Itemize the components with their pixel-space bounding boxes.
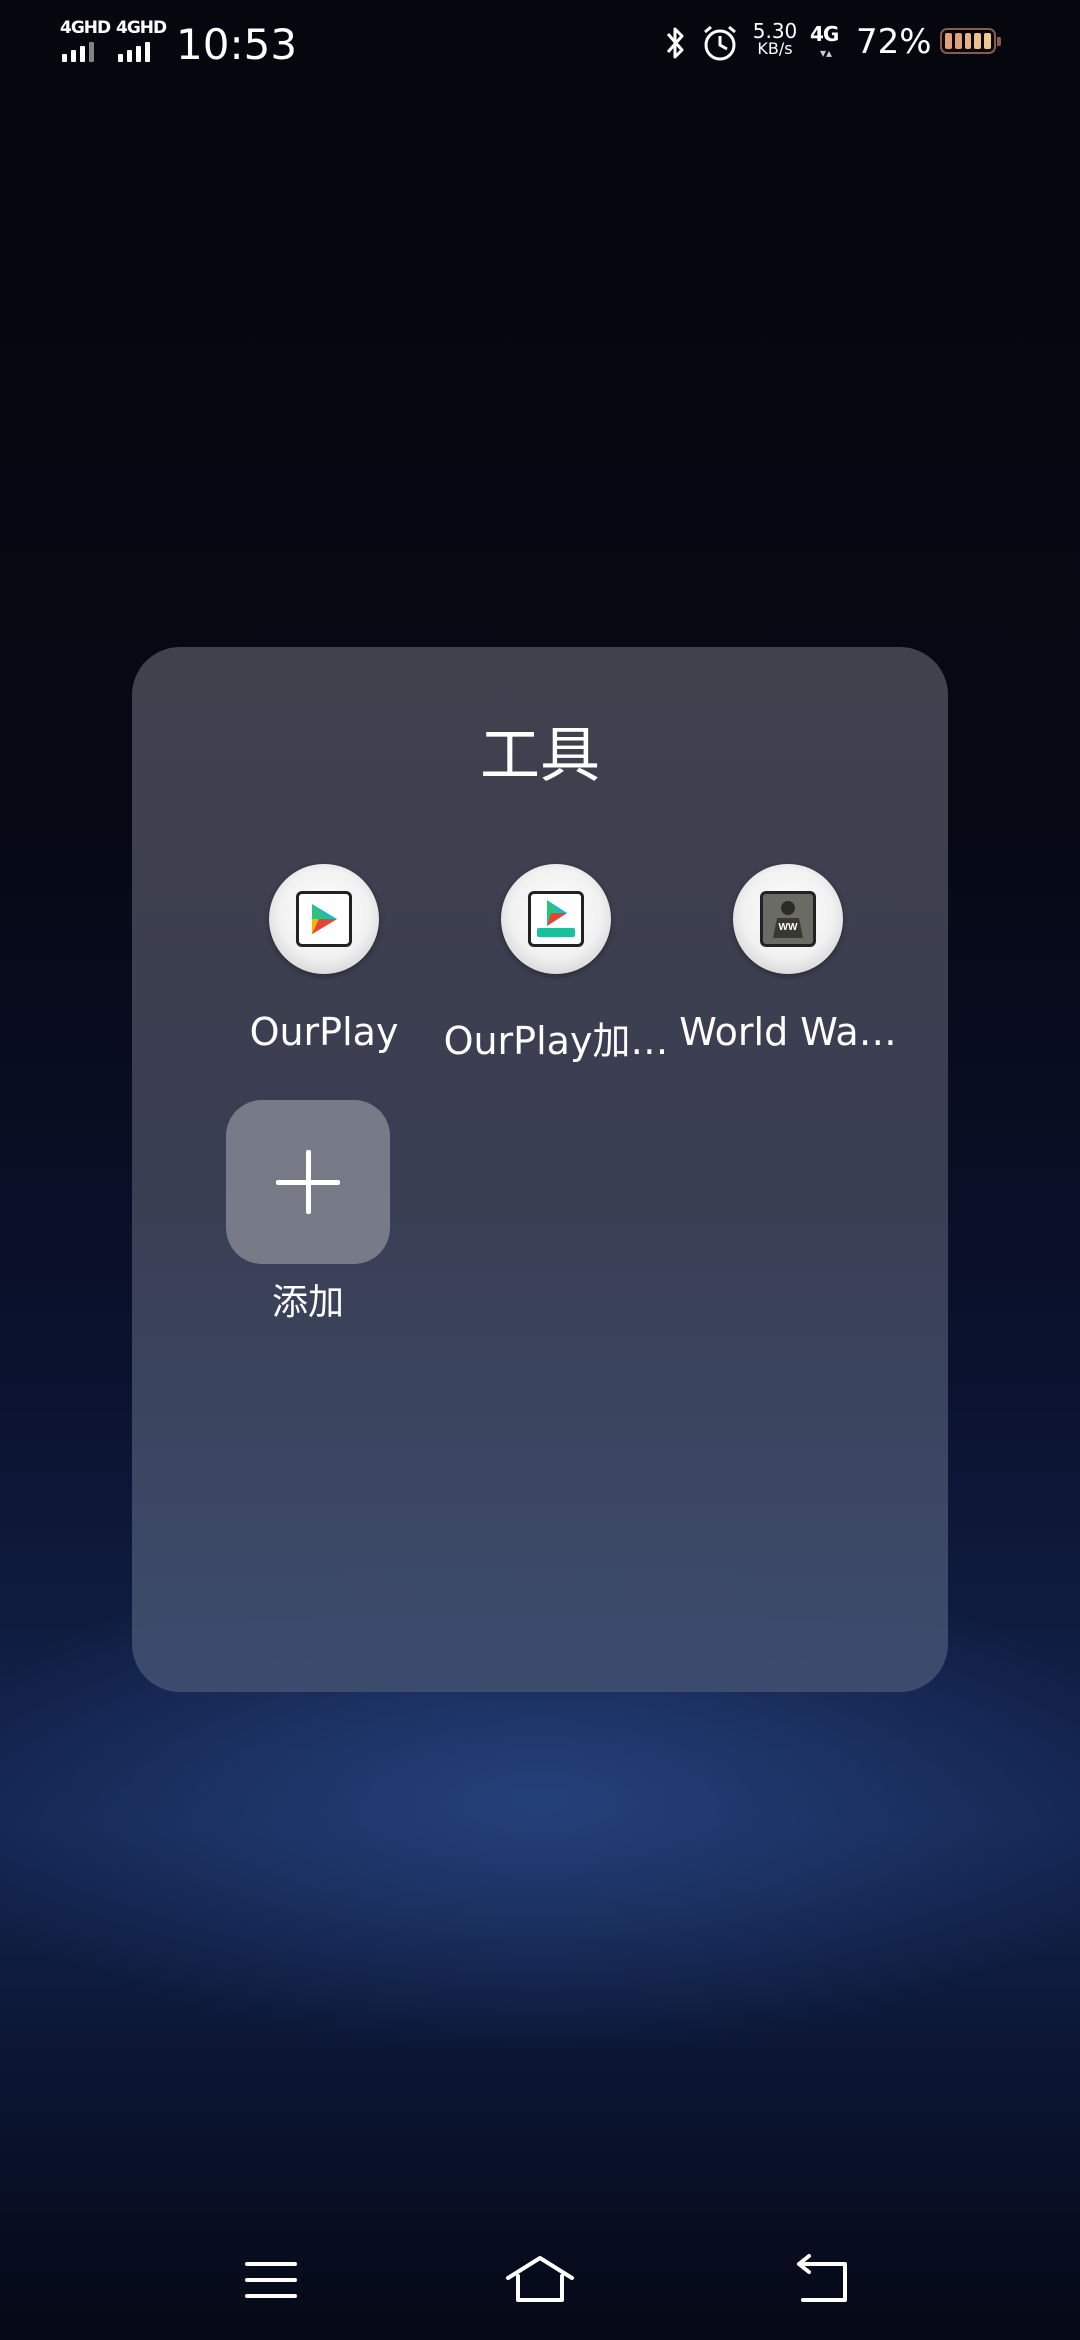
app-folder: 工具 OurPlay OurPlay加… WW World Wa… 添加: [132, 647, 948, 1692]
app-label: OurPlay: [249, 1010, 399, 1054]
ourplay-icon[interactable]: [269, 864, 379, 974]
sim1-signal-icon: 4GHD: [60, 18, 111, 62]
svg-text:WW: WW: [779, 922, 798, 933]
add-app-label: 添加: [271, 1282, 344, 1323]
network-speed-value: 5.30: [752, 19, 798, 43]
folder-title[interactable]: 工具: [132, 707, 948, 794]
alarm-icon: [700, 22, 740, 64]
app-label: OurPlay加…: [443, 1019, 669, 1063]
bluetooth-icon: [660, 22, 690, 64]
network-speed: 5.30 KB/s: [750, 19, 800, 58]
app-ourplay-accelerator[interactable]: OurPlay加…: [440, 864, 672, 1065]
battery-percent: 72%: [856, 22, 932, 62]
status-bar: 4GHD 4GHD 10:53 5.30 KB/s 4G ▾▴ 72%: [0, 0, 1080, 90]
sim1-network-label: 4GHD: [60, 18, 111, 38]
sim2-network-label: 4GHD: [116, 18, 167, 38]
mobile-data-label: 4G: [810, 22, 839, 46]
app-ourplay[interactable]: OurPlay: [208, 864, 440, 1054]
world-war-game-icon[interactable]: WW: [733, 864, 843, 974]
back-icon[interactable]: [785, 2250, 865, 2310]
add-app-button[interactable]: [226, 1100, 390, 1264]
app-label: World Wa…: [679, 1010, 897, 1054]
network-speed-unit: KB/s: [757, 39, 793, 58]
sim2-signal-icon: 4GHD: [116, 18, 167, 62]
clock: 10:53: [176, 20, 298, 69]
home-icon[interactable]: [500, 2250, 580, 2310]
menu-icon[interactable]: [231, 2250, 311, 2310]
ourplay-accelerator-icon[interactable]: [501, 864, 611, 974]
app-world-war[interactable]: WW World Wa…: [672, 864, 904, 1054]
navigation-bar: [0, 2230, 1080, 2330]
battery-icon: [940, 28, 1001, 54]
mobile-data-icon: 4G ▾▴: [810, 22, 839, 60]
